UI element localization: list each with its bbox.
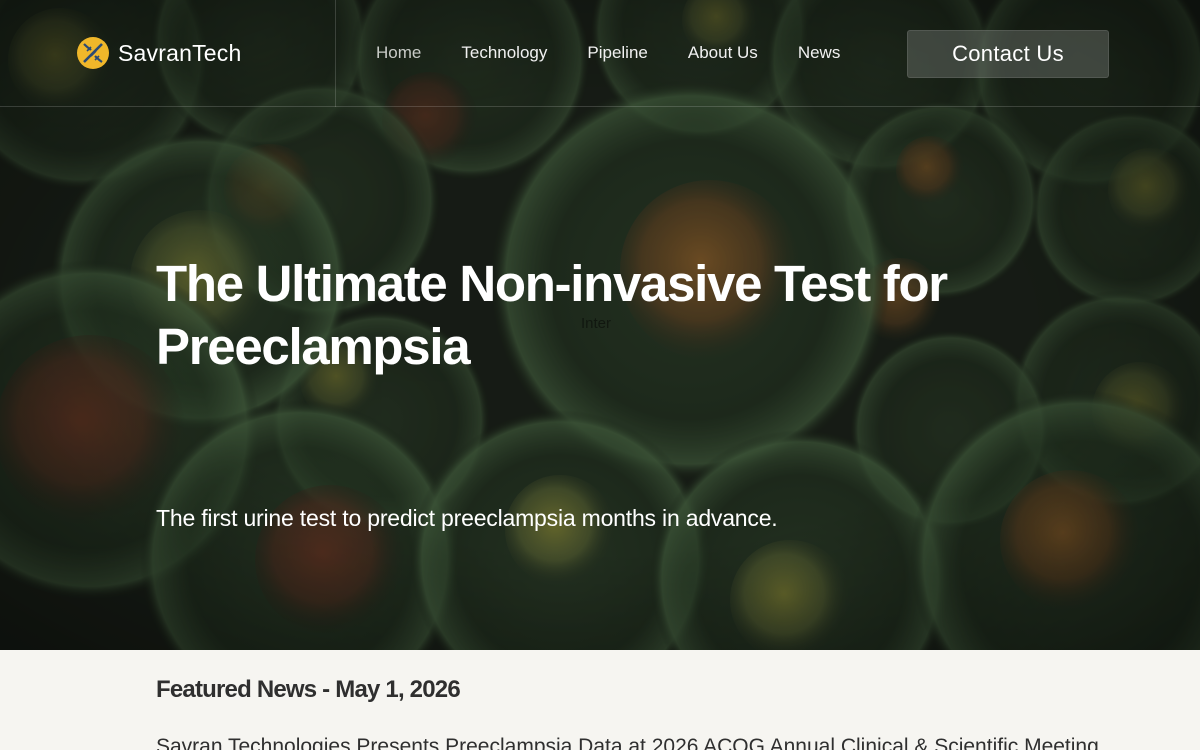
- top-navigation: SavranTech Home Technology Pipeline Abou…: [0, 0, 1200, 107]
- nav-link-pipeline[interactable]: Pipeline: [587, 42, 648, 64]
- nav-links: Home Technology Pipeline About Us News: [376, 42, 880, 64]
- nav-link-news[interactable]: News: [798, 42, 841, 64]
- brand-logo[interactable]: SavranTech: [76, 35, 241, 71]
- featured-news-section: Featured News - May 1, 2026 Savran Techn…: [0, 650, 1200, 750]
- brand-name: SavranTech: [118, 39, 242, 66]
- nav-divider: [335, 0, 336, 107]
- hero-subtitle: The first urine test to predict preeclam…: [156, 505, 778, 531]
- hero-section: SavranTech Home Technology Pipeline Abou…: [0, 0, 1200, 650]
- contact-us-button[interactable]: Contact Us: [907, 30, 1109, 78]
- nav-link-home[interactable]: Home: [376, 42, 421, 64]
- dna-helix-icon: [77, 37, 109, 69]
- featured-news-heading: Featured News - May 1, 2026: [156, 676, 461, 703]
- hero-title: The Ultimate Non-invasive Test for Preec…: [156, 255, 948, 375]
- featured-news-headline-link[interactable]: Savran Technologies Presents Preeclampsi…: [156, 735, 1099, 750]
- nav-link-about-us[interactable]: About Us: [688, 42, 758, 64]
- nav-link-technology[interactable]: Technology: [461, 42, 547, 64]
